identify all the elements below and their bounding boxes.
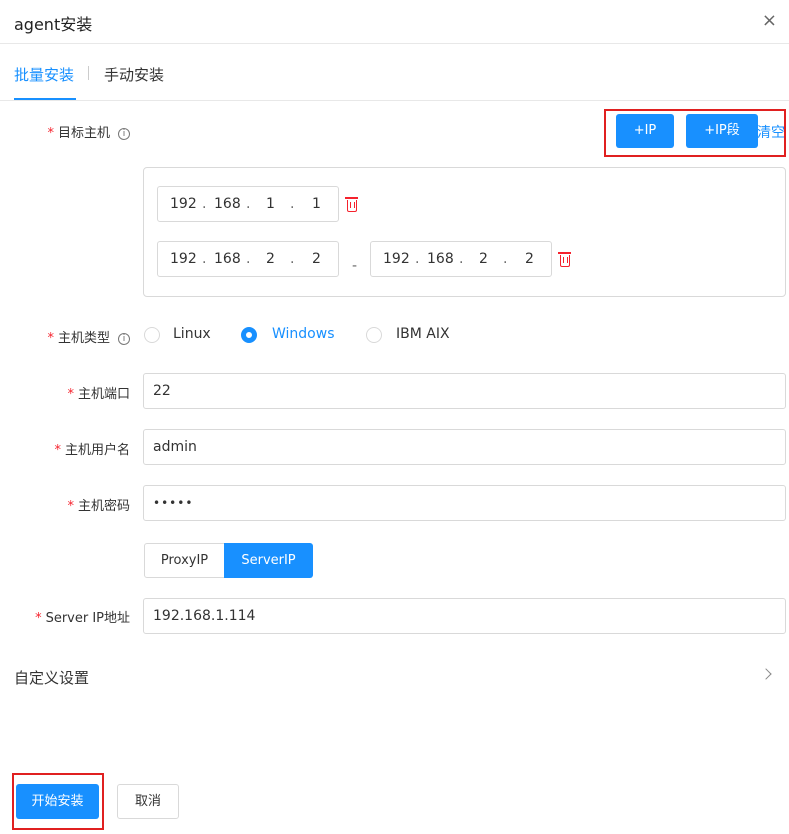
- tab-divider: [88, 66, 89, 80]
- close-icon[interactable]: ×: [762, 10, 777, 31]
- install-tabs: 批量安装 手动安装: [0, 44, 789, 101]
- host-type-label: * 主机类型 i: [0, 327, 130, 346]
- host-port-input[interactable]: 22: [143, 373, 786, 409]
- tab-batch-install[interactable]: 批量安装: [14, 64, 74, 85]
- single-ip-input[interactable]: 192 . 168 . 1 . 1: [157, 186, 339, 222]
- clear-link[interactable]: 清空: [757, 122, 785, 142]
- add-ip-button[interactable]: +IP: [616, 114, 674, 148]
- required-mark: *: [35, 611, 42, 626]
- chevron-right-icon[interactable]: [760, 668, 772, 680]
- radio-linux[interactable]: [144, 327, 160, 343]
- proxy-ip-toggle[interactable]: ProxyIP: [144, 543, 225, 578]
- custom-settings-toggle[interactable]: 自定义设置: [14, 667, 89, 688]
- radio-windows[interactable]: [241, 327, 257, 343]
- cancel-button[interactable]: 取消: [117, 784, 179, 819]
- radio-ibm-aix[interactable]: [366, 327, 382, 343]
- radio-linux-label[interactable]: Linux: [173, 326, 211, 342]
- ip-range-end-input[interactable]: 192 . 168 . 2 . 2: [370, 241, 552, 277]
- radio-ibm-aix-label[interactable]: IBM AIX: [396, 326, 450, 342]
- required-mark: *: [54, 443, 61, 458]
- host-port-label: * 主机端口: [67, 387, 130, 402]
- ip-range-start-input[interactable]: 192 . 168 . 2 . 2: [157, 241, 339, 277]
- required-mark: *: [47, 331, 54, 346]
- dialog-title: agent安装: [14, 15, 93, 34]
- radio-windows-label[interactable]: Windows: [272, 326, 335, 342]
- tab-manual-install[interactable]: 手动安装: [104, 64, 164, 85]
- range-separator: -: [352, 258, 358, 274]
- server-ip-toggle[interactable]: ServerIP: [224, 543, 313, 578]
- required-mark: *: [47, 126, 54, 141]
- host-username-input[interactable]: admin: [143, 429, 786, 465]
- host-password-label: * 主机密码: [67, 499, 130, 514]
- host-password-input[interactable]: •••••: [143, 485, 786, 521]
- target-host-label: * 目标主机 i: [0, 122, 130, 141]
- required-mark: *: [67, 499, 74, 514]
- required-mark: *: [67, 387, 74, 402]
- info-icon[interactable]: i: [118, 128, 130, 140]
- delete-ip-range-trash-icon[interactable]: [558, 252, 571, 267]
- active-tab-indicator: [14, 98, 76, 100]
- start-install-button[interactable]: 开始安装: [16, 784, 99, 819]
- server-ip-label: * Server IP地址: [35, 611, 130, 626]
- add-ip-range-button[interactable]: +IP段: [686, 114, 758, 148]
- delete-single-ip-trash-icon[interactable]: [345, 197, 358, 212]
- host-username-label: * 主机用户名: [54, 443, 130, 458]
- server-ip-input[interactable]: 192.168.1.114: [143, 598, 786, 634]
- info-icon[interactable]: i: [118, 333, 130, 345]
- dialog-header: agent安装 ×: [0, 0, 789, 44]
